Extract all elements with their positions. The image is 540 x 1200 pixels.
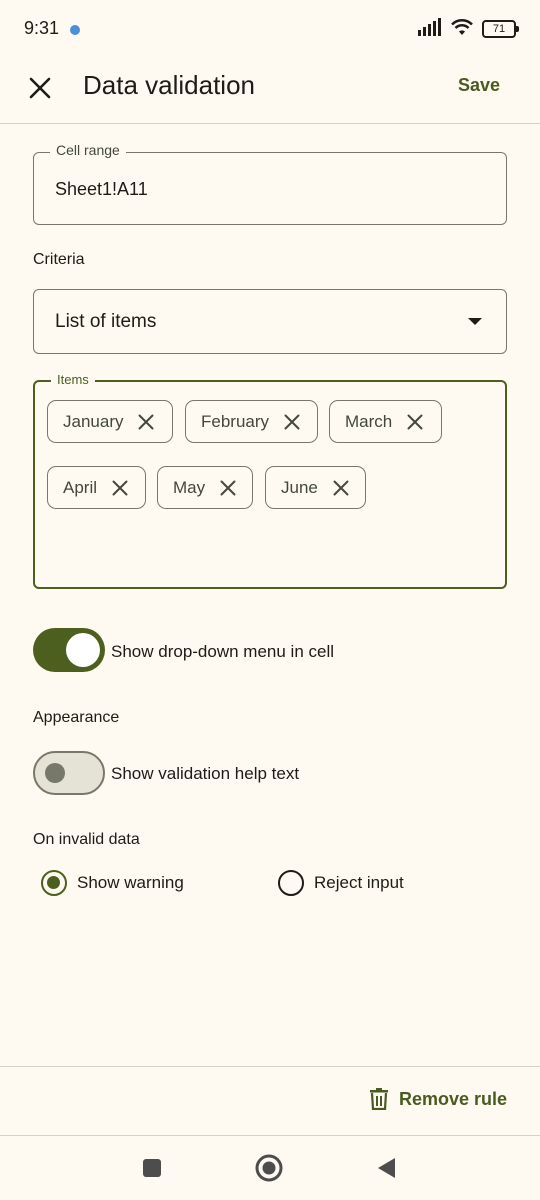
invalid-data-label: On invalid data	[33, 831, 140, 848]
help-text-toggle-label: Show validation help text	[111, 764, 300, 783]
chip-label: June	[281, 477, 318, 497]
chip-label: January	[63, 411, 124, 431]
reject-input-radio[interactable]: Reject input	[278, 870, 404, 896]
item-chip[interactable]: June	[265, 466, 366, 509]
remove-rule-button[interactable]: Remove rule	[369, 1088, 507, 1110]
cell-range-label: Cell range	[50, 142, 126, 158]
signal-icon	[418, 17, 442, 41]
chip-label: February	[201, 411, 270, 431]
criteria-dropdown[interactable]: List of items	[33, 289, 507, 354]
notification-icon	[70, 25, 80, 35]
app-bar: Data validation Save	[0, 58, 540, 124]
close-icon[interactable]	[137, 413, 155, 431]
close-icon[interactable]	[111, 479, 129, 497]
item-chip[interactable]: May	[157, 466, 253, 509]
status-bar: 9:31 71	[0, 0, 540, 58]
item-chip[interactable]: March	[329, 400, 442, 443]
radio-label: Reject input	[314, 873, 404, 892]
chip-label: May	[173, 477, 206, 497]
recents-icon	[143, 1159, 161, 1177]
close-icon[interactable]	[219, 479, 237, 497]
chip-label: March	[345, 411, 393, 431]
toggle-knob	[45, 763, 65, 783]
save-button[interactable]: Save	[458, 72, 500, 98]
items-field[interactable]: Items January February March April May J…	[33, 372, 507, 589]
radio-checked[interactable]	[41, 870, 67, 896]
system-nav-bar	[0, 1136, 540, 1200]
item-chip[interactable]: April	[47, 466, 146, 509]
home-button[interactable]	[253, 1152, 285, 1184]
recents-button[interactable]	[136, 1152, 168, 1184]
remove-rule-label: Remove rule	[398, 1088, 507, 1109]
trash-icon	[369, 1088, 388, 1110]
footer-divider	[0, 1066, 540, 1067]
close-button[interactable]	[22, 70, 58, 106]
close-icon	[29, 77, 51, 99]
item-chip[interactable]: January	[47, 400, 173, 443]
criteria-label: Criteria	[33, 251, 85, 268]
close-icon[interactable]	[406, 413, 424, 431]
dropdown-toggle-label: Show drop-down menu in cell	[111, 642, 335, 661]
arrow-drop-down-icon	[468, 318, 482, 325]
battery-icon: 71	[482, 20, 519, 38]
radio-unchecked[interactable]	[278, 870, 304, 896]
dropdown-toggle[interactable]	[33, 628, 105, 672]
close-icon[interactable]	[332, 479, 350, 497]
show-warning-radio[interactable]: Show warning	[41, 870, 184, 896]
back-icon	[378, 1158, 395, 1178]
back-button[interactable]	[370, 1152, 402, 1184]
radio-label: Show warning	[77, 873, 184, 892]
close-icon[interactable]	[283, 413, 301, 431]
wifi-icon	[450, 18, 474, 41]
cell-range-value: Sheet1!A11	[55, 179, 148, 199]
toggle-knob	[66, 633, 100, 667]
help-text-toggle[interactable]	[33, 751, 105, 795]
status-time: 9:31	[24, 18, 60, 38]
items-label: Items	[51, 372, 95, 387]
item-chip[interactable]: February	[185, 400, 318, 443]
page-title: Data validation	[83, 70, 255, 100]
appearance-label: Appearance	[33, 709, 120, 726]
criteria-selected: List of items	[55, 311, 157, 332]
chip-label: April	[63, 477, 98, 497]
home-icon	[255, 1154, 283, 1182]
cell-range-field[interactable]: Cell range Sheet1!A11	[33, 142, 507, 225]
status-icons: 71	[418, 17, 519, 41]
